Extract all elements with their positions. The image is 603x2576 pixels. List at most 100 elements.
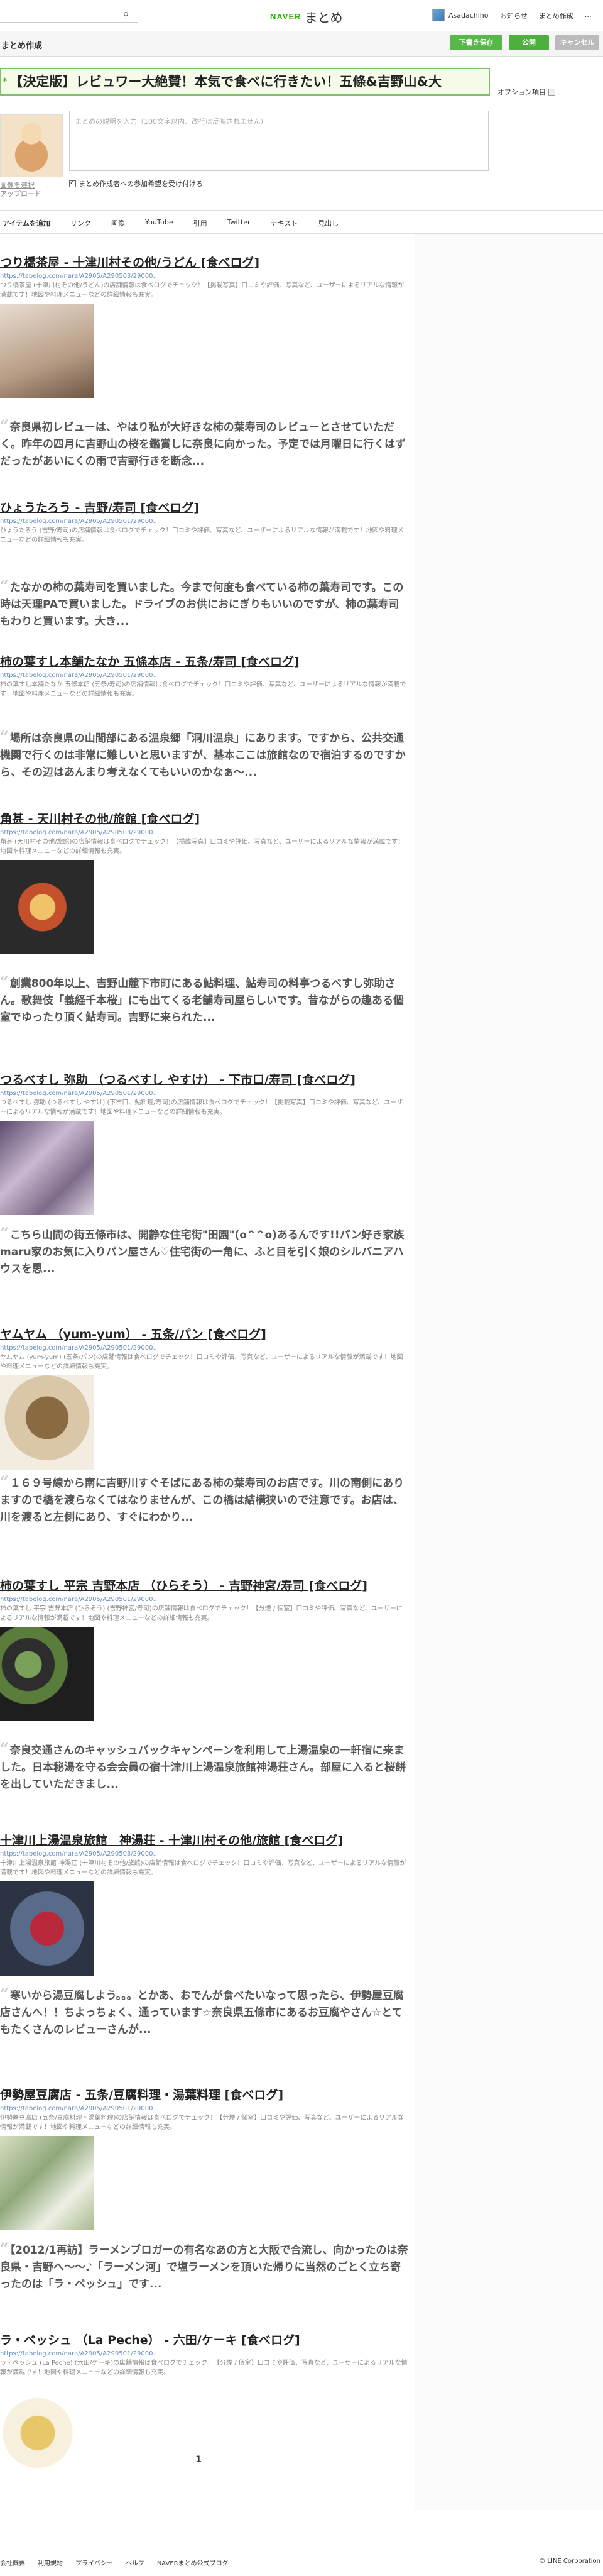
link-item: ラ・ペッシュ （La Peche） - 六田/ケーキ [食べログ] https:/…	[0, 2331, 408, 2475]
naver-matome-logo[interactable]: NAVER まとめ	[270, 8, 343, 26]
page-title: まとめ作成	[1, 41, 43, 51]
link-item-title[interactable]: 伊勢屋豆腐店 - 五条/豆腐料理・湯葉料理 [食べログ]	[0, 2086, 408, 2103]
link-item-image[interactable]	[0, 2136, 94, 2230]
quote-mark-icon: “	[0, 1739, 9, 1758]
link-item-title[interactable]: ひょうたろう - 吉野/寿司 [食べログ]	[0, 498, 408, 515]
accept-participation-checkbox[interactable]	[69, 179, 76, 187]
link-item-url[interactable]: https://tabelog.com/nara/A2905/A290501/2…	[0, 2350, 408, 2357]
link-item-title[interactable]: つり橋茶屋 - 十津川村その他/うどん [食べログ]	[0, 253, 408, 270]
footer-link-privacy[interactable]: プライバシー	[75, 2558, 113, 2567]
user-name: Asadachiho	[448, 11, 489, 19]
link-item: つり橋茶屋 - 十津川村その他/うどん [食べログ] https://tabelo…	[0, 253, 408, 398]
tool-image[interactable]: 画像	[111, 218, 125, 228]
select-image-link[interactable]: 画像を選択	[0, 181, 41, 190]
link-item-url[interactable]: https://tabelog.com/nara/A2905/A290501/2…	[0, 672, 408, 679]
link-item-title[interactable]: つるべすし 弥助 （つるべすし やすけ） - 下市口/寿司 [食べログ]	[0, 1071, 408, 1087]
cancel-button[interactable]: キャンセル	[555, 35, 599, 50]
link-item-url[interactable]: https://tabelog.com/nara/A2905/A290501/2…	[0, 1596, 408, 1603]
quote-item: “【2012/1再訪】ラーメンブロガーの有名なあの方と大阪で合流し、向かったのは…	[0, 2240, 408, 2293]
title-value: 【決定版】レビュワー大絶賛！本気で食べに行きたい！五條&吉野山&大	[9, 74, 442, 89]
footer-link-company[interactable]: 会社概要	[0, 2558, 25, 2567]
link-item-image[interactable]	[0, 1375, 94, 1470]
matome-editor: * 【決定版】レビュワー大絶賛！本気で食べに行きたい！五條&吉野山&大 オプション…	[0, 63, 603, 199]
link-item-image[interactable]	[0, 860, 94, 954]
link-item: つるべすし 弥助 （つるべすし やすけ） - 下市口/寿司 [食べログ] http…	[0, 1071, 408, 1215]
description-textarea[interactable]: まとめの説明を入力（100文字以内、改行は反映されません）	[69, 111, 489, 171]
quote-text: “奈良県初レビューは、やはり私が大好きな柿の葉寿司のレビューとさせていただく。昨…	[0, 416, 406, 468]
tool-quote[interactable]: 引用	[193, 218, 207, 228]
right-sidebar	[415, 234, 603, 2510]
footer-link-terms[interactable]: 利用規約	[38, 2558, 63, 2567]
quote-mark-icon: “	[0, 1472, 9, 1490]
link-item: ひょうたろう - 吉野/寿司 [食べログ] https://tabelog.com…	[0, 498, 408, 545]
quote-mark-icon: “	[0, 416, 9, 434]
link-item-image[interactable]	[0, 1881, 94, 1976]
quote-item: “こちら山間の街五條市は、開静な住宅街"田園"(o^^o)あるんです!!パン好き…	[0, 1225, 408, 1278]
copyright: © LINE Corporation	[539, 2558, 600, 2565]
link-item-image[interactable]	[0, 304, 94, 398]
link-item-image[interactable]	[0, 1627, 94, 1721]
link-item-url[interactable]: https://tabelog.com/nara/A2905/A290501/2…	[0, 518, 408, 525]
search-input[interactable]	[0, 9, 138, 23]
link-item-url[interactable]: https://tabelog.com/nara/A2905/A290503/2…	[0, 1851, 408, 1858]
thumbnail-image[interactable]	[0, 114, 63, 177]
quote-item: “寒いから湯豆腐しよう。。。とかあ、おでんが食べたいなって思ったら、伊勢屋豆腐店…	[0, 1985, 408, 2039]
link-item-url[interactable]: https://tabelog.com/nara/A2905/A290501/2…	[0, 1090, 408, 1097]
quote-text: “こちら山間の街五條市は、開静な住宅街"田園"(o^^o)あるんです!!パン好き…	[0, 1224, 405, 1275]
tool-text[interactable]: テキスト	[271, 218, 298, 228]
avatar	[432, 9, 445, 21]
link-item-description: 十津川上湯温泉旅館 神湯荘 (十津川村その他/旅館)の店舗情報は食べログでチェッ…	[0, 1860, 406, 1876]
link-item: 角甚 - 天川村その他/旅館 [食べログ] https://tabelog.com…	[0, 810, 408, 954]
title-input[interactable]: * 【決定版】レビュワー大絶賛！本気で食べに行きたい！五條&吉野山&大	[0, 68, 490, 96]
description-placeholder: まとめの説明を入力（100文字以内、改行は反映されません）	[75, 118, 268, 126]
link-item-description: つるべすし 弥助 (つるべすし やすけ) (下市口、鮎料理/寿司)の店舗情報は食…	[0, 1099, 403, 1116]
save-draft-button[interactable]: 下書き保存	[450, 35, 503, 50]
footer: 会社概要 利用規約 プライバシー ヘルプ NAVERまとめ公式ブログ © LIN…	[0, 2546, 603, 2576]
option-checkbox[interactable]	[548, 88, 555, 96]
link-item-title[interactable]: 柿の葉すし 平宗 吉野本店 （ひらそう） - 吉野神宮/寿司 [食べログ]	[0, 1577, 408, 1593]
item-list: つり橋茶屋 - 十津川村その他/うどん [食べログ] https://tabelo…	[0, 234, 415, 2510]
link-item-title[interactable]: 柿の葉すし本舗たなか 五條本店 - 五条/寿司 [食べログ]	[0, 652, 408, 669]
upload-link[interactable]: アップロード	[0, 190, 41, 199]
tool-heading[interactable]: 見出し	[318, 218, 339, 228]
link-item-description: ヤムヤム (yum-yum) (五条/パン)の店舗情報は食べログでチェック！口コ…	[0, 1354, 403, 1370]
quote-text: “場所は奈良県の山間部にある温泉郷「洞川温泉」にあります。ですから、公共交通機関…	[0, 727, 406, 779]
tool-youtube[interactable]: YouTube	[145, 218, 173, 228]
tool-twitter[interactable]: Twitter	[227, 218, 251, 228]
link-item-description: つり橋茶屋 (十津川村その他/うどん)の店舗情報は食べログでチェック！【掲載写真…	[0, 282, 405, 299]
create-matome-link[interactable]: まとめ作成	[539, 11, 573, 21]
quote-item: “奈良県初レビューは、やはり私が大好きな柿の葉寿司のレビューとさせていただく。昨…	[0, 417, 408, 470]
quote-mark-icon: “	[0, 727, 9, 746]
link-item-title[interactable]: ヤムヤム （yum-yum） - 五条/パン [食べログ]	[0, 1325, 408, 1342]
search-icon[interactable]: ⚲	[123, 11, 129, 19]
link-item-url[interactable]: https://tabelog.com/nara/A2905/A290501/2…	[0, 2105, 408, 2112]
quote-text: “寒いから湯豆腐しよう。。。とかあ、おでんが食べたいなって思ったら、伊勢屋豆腐店…	[0, 1984, 404, 2036]
top-bar: ⚲ NAVER まとめ Asadachiho お知らせ まとめ作成 …	[0, 0, 603, 31]
quote-mark-icon: “	[0, 1224, 9, 1242]
publish-button[interactable]: 公開	[509, 35, 549, 50]
notice-link[interactable]: お知らせ	[500, 11, 528, 21]
quote-item: “１６９号線から南に吉野川すぐそばにある柿の葉寿司のお店です。川の南側にあります…	[0, 1473, 408, 1526]
accept-participation-row[interactable]: まとめ作成者への参加希望を受け付ける	[69, 179, 203, 189]
user-menu[interactable]: Asadachiho	[432, 9, 489, 21]
quote-item: “たなかの柿の葉寿司を買いました。今まで何度も食べている柿の葉寿司です。この時は…	[0, 577, 408, 630]
quote-text: “たなかの柿の葉寿司を買いました。今まで何度も食べている柿の葉寿司です。この時は…	[0, 576, 404, 628]
link-item-title[interactable]: ラ・ペッシュ （La Peche） - 六田/ケーキ [食べログ]	[0, 2331, 408, 2348]
link-item-url[interactable]: https://tabelog.com/nara/A2905/A290503/2…	[0, 273, 408, 280]
link-item-title[interactable]: 角甚 - 天川村その他/旅館 [食べログ]	[0, 810, 408, 827]
link-item-url[interactable]: https://tabelog.com/nara/A2905/A290501/2…	[0, 1345, 408, 1351]
quote-mark-icon: “	[0, 2239, 9, 2257]
link-item-title[interactable]: 十津川上湯温泉旅館 神湯荘 - 十津川村その他/旅館 [食べログ]	[0, 1831, 408, 1848]
link-item-url[interactable]: https://tabelog.com/nara/A2905/A290503/2…	[0, 829, 408, 836]
footer-link-blog[interactable]: NAVERまとめ公式ブログ	[157, 2558, 229, 2567]
link-item-image[interactable]	[0, 1121, 94, 1215]
link-item: 十津川上湯温泉旅館 神湯荘 - 十津川村その他/旅館 [食べログ] https:/…	[0, 1831, 408, 1976]
tool-link[interactable]: リンク	[70, 218, 91, 228]
top-links: お知らせ まとめ作成 …	[500, 11, 592, 21]
more-menu[interactable]: …	[585, 11, 592, 21]
link-item: ヤムヤム （yum-yum） - 五条/パン [食べログ] https://tab…	[0, 1325, 408, 1470]
footer-link-help[interactable]: ヘルプ	[126, 2558, 144, 2567]
link-item-description: 柿の葉すし本舗たなか 五條本店 (五条/寿司)の店舗情報は食べログでチェック！口…	[0, 681, 406, 698]
option-toggle[interactable]: オプション項目	[497, 87, 555, 97]
page-number-current[interactable]: 1	[195, 2455, 202, 2465]
